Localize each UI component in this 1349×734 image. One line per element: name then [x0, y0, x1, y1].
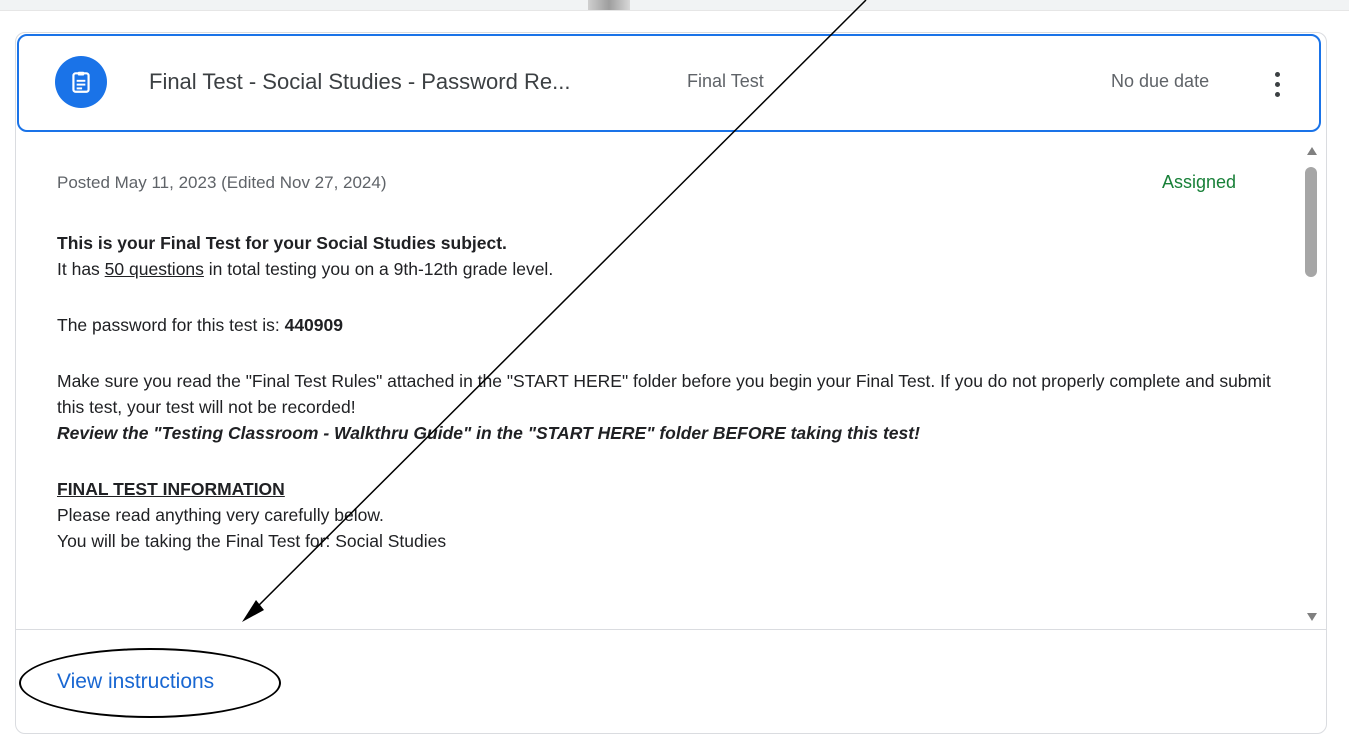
instructions-heading: This is your Final Test for your Social … [57, 233, 507, 253]
view-instructions-link[interactable]: View instructions [57, 670, 214, 694]
info-line-2: You will be taking the Final Test for: S… [57, 531, 447, 551]
section-heading: FINAL TEST INFORMATION [57, 479, 285, 499]
scroll-up-arrow-icon[interactable] [1307, 147, 1317, 155]
line1-pre: It has [57, 259, 105, 279]
clipboard-icon [72, 71, 90, 93]
more-vert-icon[interactable] [1262, 64, 1292, 104]
scroll-down-arrow-icon[interactable] [1307, 613, 1317, 621]
info-line-1: Please read anything very carefully belo… [57, 505, 384, 525]
assignment-title: Final Test - Social Studies - Password R… [149, 69, 571, 94]
instructions-text: This is your Final Test for your Social … [57, 230, 1287, 554]
assignment-icon [55, 56, 107, 108]
assignment-card: Final Test - Social Studies - Password R… [15, 32, 1327, 734]
assignment-header[interactable]: Final Test - Social Studies - Password R… [17, 34, 1321, 132]
toolbar-shadow [588, 0, 630, 10]
assignment-details: Posted May 11, 2023 (Edited Nov 27, 2024… [16, 133, 1326, 629]
posted-date: Posted May 11, 2023 (Edited Nov 27, 2024… [57, 173, 387, 192]
top-toolbar-strip [0, 0, 1349, 11]
assignment-topic: Final Test [687, 71, 764, 91]
line1-post: in total testing you on a 9th-12th grade… [203, 259, 554, 279]
password-value: 440909 [284, 315, 343, 335]
scroll-thumb[interactable] [1305, 167, 1317, 277]
review-note: Review the "Testing Classroom - Walkthru… [57, 423, 920, 443]
password-label: The password for this test is: [57, 315, 285, 335]
question-count: 50 questions [104, 259, 204, 279]
card-footer: View instructions [16, 629, 1326, 733]
status-badge: Assigned [1162, 172, 1237, 192]
rules-paragraph: Make sure you read the "Final Test Rules… [57, 371, 1271, 417]
details-scrollbar[interactable] [1303, 143, 1321, 623]
due-date: No due date [1111, 71, 1210, 91]
